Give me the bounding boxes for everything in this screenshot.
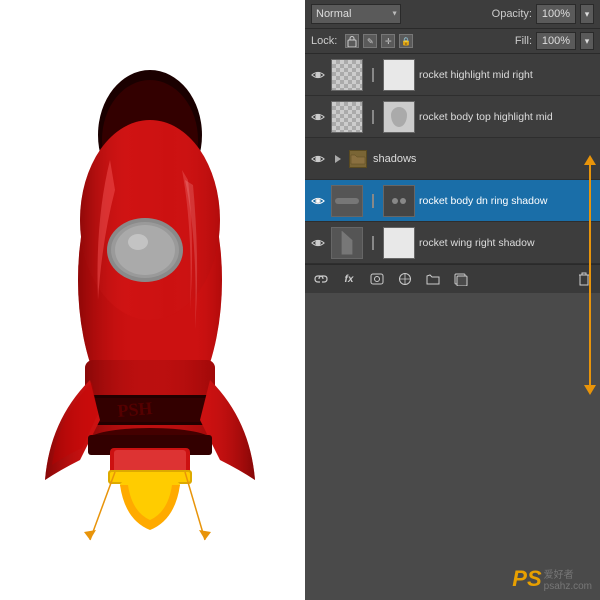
- layers-list: rocket highlight mid right rocket body t…: [305, 54, 600, 264]
- lock-image-icon[interactable]: ✎: [363, 34, 377, 48]
- link-layers-icon[interactable]: [311, 269, 331, 289]
- blend-mode-wrapper: Normal: [311, 4, 401, 24]
- layer-group-name: shadows: [373, 153, 596, 165]
- layer-visibility-toggle[interactable]: [309, 66, 327, 84]
- layer-link-icon: [367, 108, 379, 126]
- opacity-label: Opacity:: [492, 8, 532, 20]
- layer-group-item[interactable]: shadows: [305, 138, 600, 180]
- rocket-illustration: PSH: [30, 40, 270, 560]
- new-layer-icon[interactable]: [451, 269, 471, 289]
- layer-item[interactable]: rocket highlight mid right: [305, 54, 600, 96]
- layer-link-icon: [367, 192, 379, 210]
- blend-mode-select[interactable]: Normal: [311, 4, 401, 24]
- lock-position-icon[interactable]: ✛: [381, 34, 395, 48]
- canvas-area: PSH: [0, 0, 300, 600]
- layer-link-icon: [367, 66, 379, 84]
- layer-visibility-toggle[interactable]: [309, 192, 327, 210]
- lock-label: Lock:: [311, 35, 337, 47]
- layer-item[interactable]: rocket body top highlight mid: [305, 96, 600, 138]
- watermark: PS 爱好者psahz.com: [512, 566, 592, 592]
- layer-thumbnail: [331, 185, 363, 217]
- group-folder-icon: [349, 150, 367, 168]
- layer-item[interactable]: rocket body dn ring shadow: [305, 180, 600, 222]
- layer-thumbnail: [331, 59, 363, 91]
- layers-bottom-toolbar: fx: [305, 264, 600, 293]
- fill-stepper[interactable]: ▾: [580, 32, 594, 50]
- layer-visibility-toggle[interactable]: [309, 234, 327, 252]
- layer-mask-thumbnail: [383, 227, 415, 259]
- layer-mask-thumbnail: [383, 59, 415, 91]
- lock-all-icon[interactable]: 🔒: [399, 34, 413, 48]
- layer-mask-thumbnail: [383, 101, 415, 133]
- fill-input[interactable]: [536, 32, 576, 50]
- fill-group: Fill: ▾: [515, 32, 594, 50]
- layer-visibility-toggle[interactable]: [309, 150, 327, 168]
- lock-transparent-icon[interactable]: [345, 34, 359, 48]
- orange-annotation-arrow: [584, 155, 596, 395]
- blend-opacity-toolbar: Normal Opacity: ▾: [305, 0, 600, 29]
- layer-link-icon: [367, 234, 379, 252]
- new-group-icon[interactable]: [423, 269, 443, 289]
- layer-visibility-toggle[interactable]: [309, 108, 327, 126]
- opacity-stepper[interactable]: ▾: [580, 4, 594, 24]
- layer-item[interactable]: rocket wing right shadow: [305, 222, 600, 264]
- layer-effects-icon[interactable]: fx: [339, 269, 359, 289]
- layer-thumbnail: [331, 227, 363, 259]
- watermark-ps: PS: [512, 566, 541, 592]
- layer-name: rocket body top highlight mid: [419, 111, 596, 123]
- layer-mask-thumbnail: [383, 185, 415, 217]
- opacity-input[interactable]: [536, 4, 576, 24]
- group-expand-icon[interactable]: [331, 152, 345, 166]
- opacity-group: Opacity: ▾: [492, 4, 594, 24]
- layer-name: rocket body dn ring shadow: [419, 195, 596, 207]
- lock-icons-group: ✎ ✛ 🔒: [345, 34, 413, 48]
- add-mask-icon[interactable]: [367, 269, 387, 289]
- layer-name: rocket wing right shadow: [419, 237, 596, 249]
- layers-panel: Normal Opacity: ▾ Lock: ✎ ✛ 🔒 Fill: ▾: [305, 0, 600, 600]
- layer-thumbnail: [331, 101, 363, 133]
- svg-text:PSH: PSH: [117, 398, 154, 421]
- new-adjustment-icon[interactable]: [395, 269, 415, 289]
- fill-label: Fill:: [515, 35, 532, 47]
- lock-fill-toolbar: Lock: ✎ ✛ 🔒 Fill: ▾: [305, 29, 600, 54]
- layer-name: rocket highlight mid right: [419, 69, 596, 81]
- watermark-text: 爱好者psahz.com: [544, 566, 592, 592]
